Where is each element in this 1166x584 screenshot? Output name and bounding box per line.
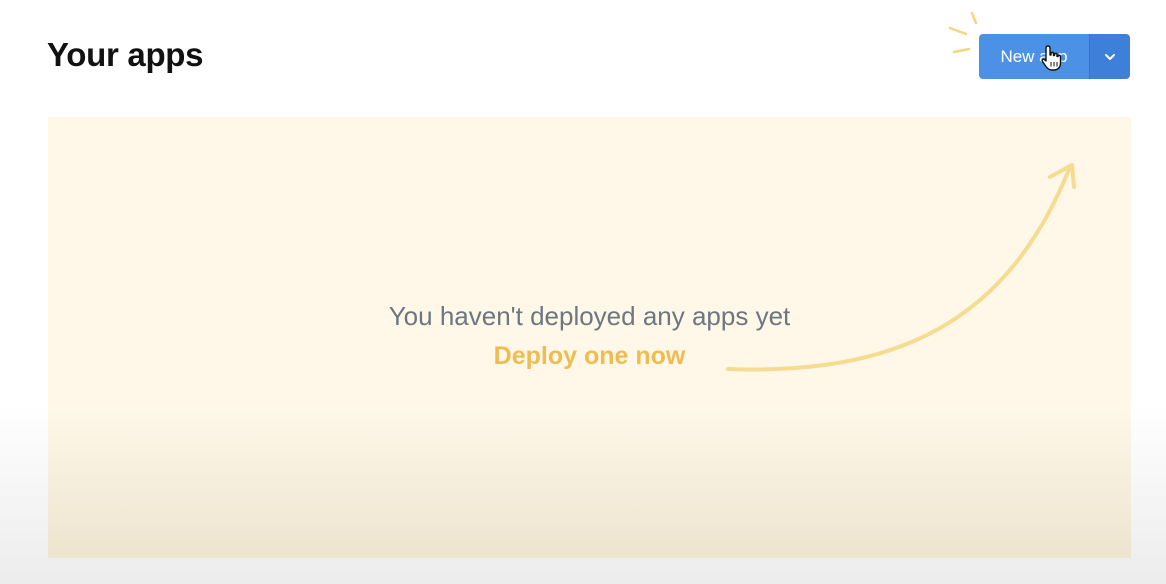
empty-state-message: You haven't deployed any apps yet: [388, 301, 791, 331]
empty-state-panel: You haven't deployed any apps yet Deploy…: [48, 117, 1131, 558]
new-app-button[interactable]: New app: [979, 34, 1089, 79]
hand-cursor-icon: [1041, 45, 1062, 71]
sparkle-icon: [948, 11, 978, 54]
page-title: Your apps: [47, 36, 204, 73]
apps-page: Your apps New app You haven't deployed a…: [0, 0, 1166, 584]
chevron-down-icon: [1105, 53, 1115, 60]
deploy-now-link[interactable]: Deploy one now: [48, 342, 1131, 371]
curved-arrow-icon: [726, 163, 1076, 372]
new-app-dropdown-toggle[interactable]: [1089, 34, 1130, 79]
